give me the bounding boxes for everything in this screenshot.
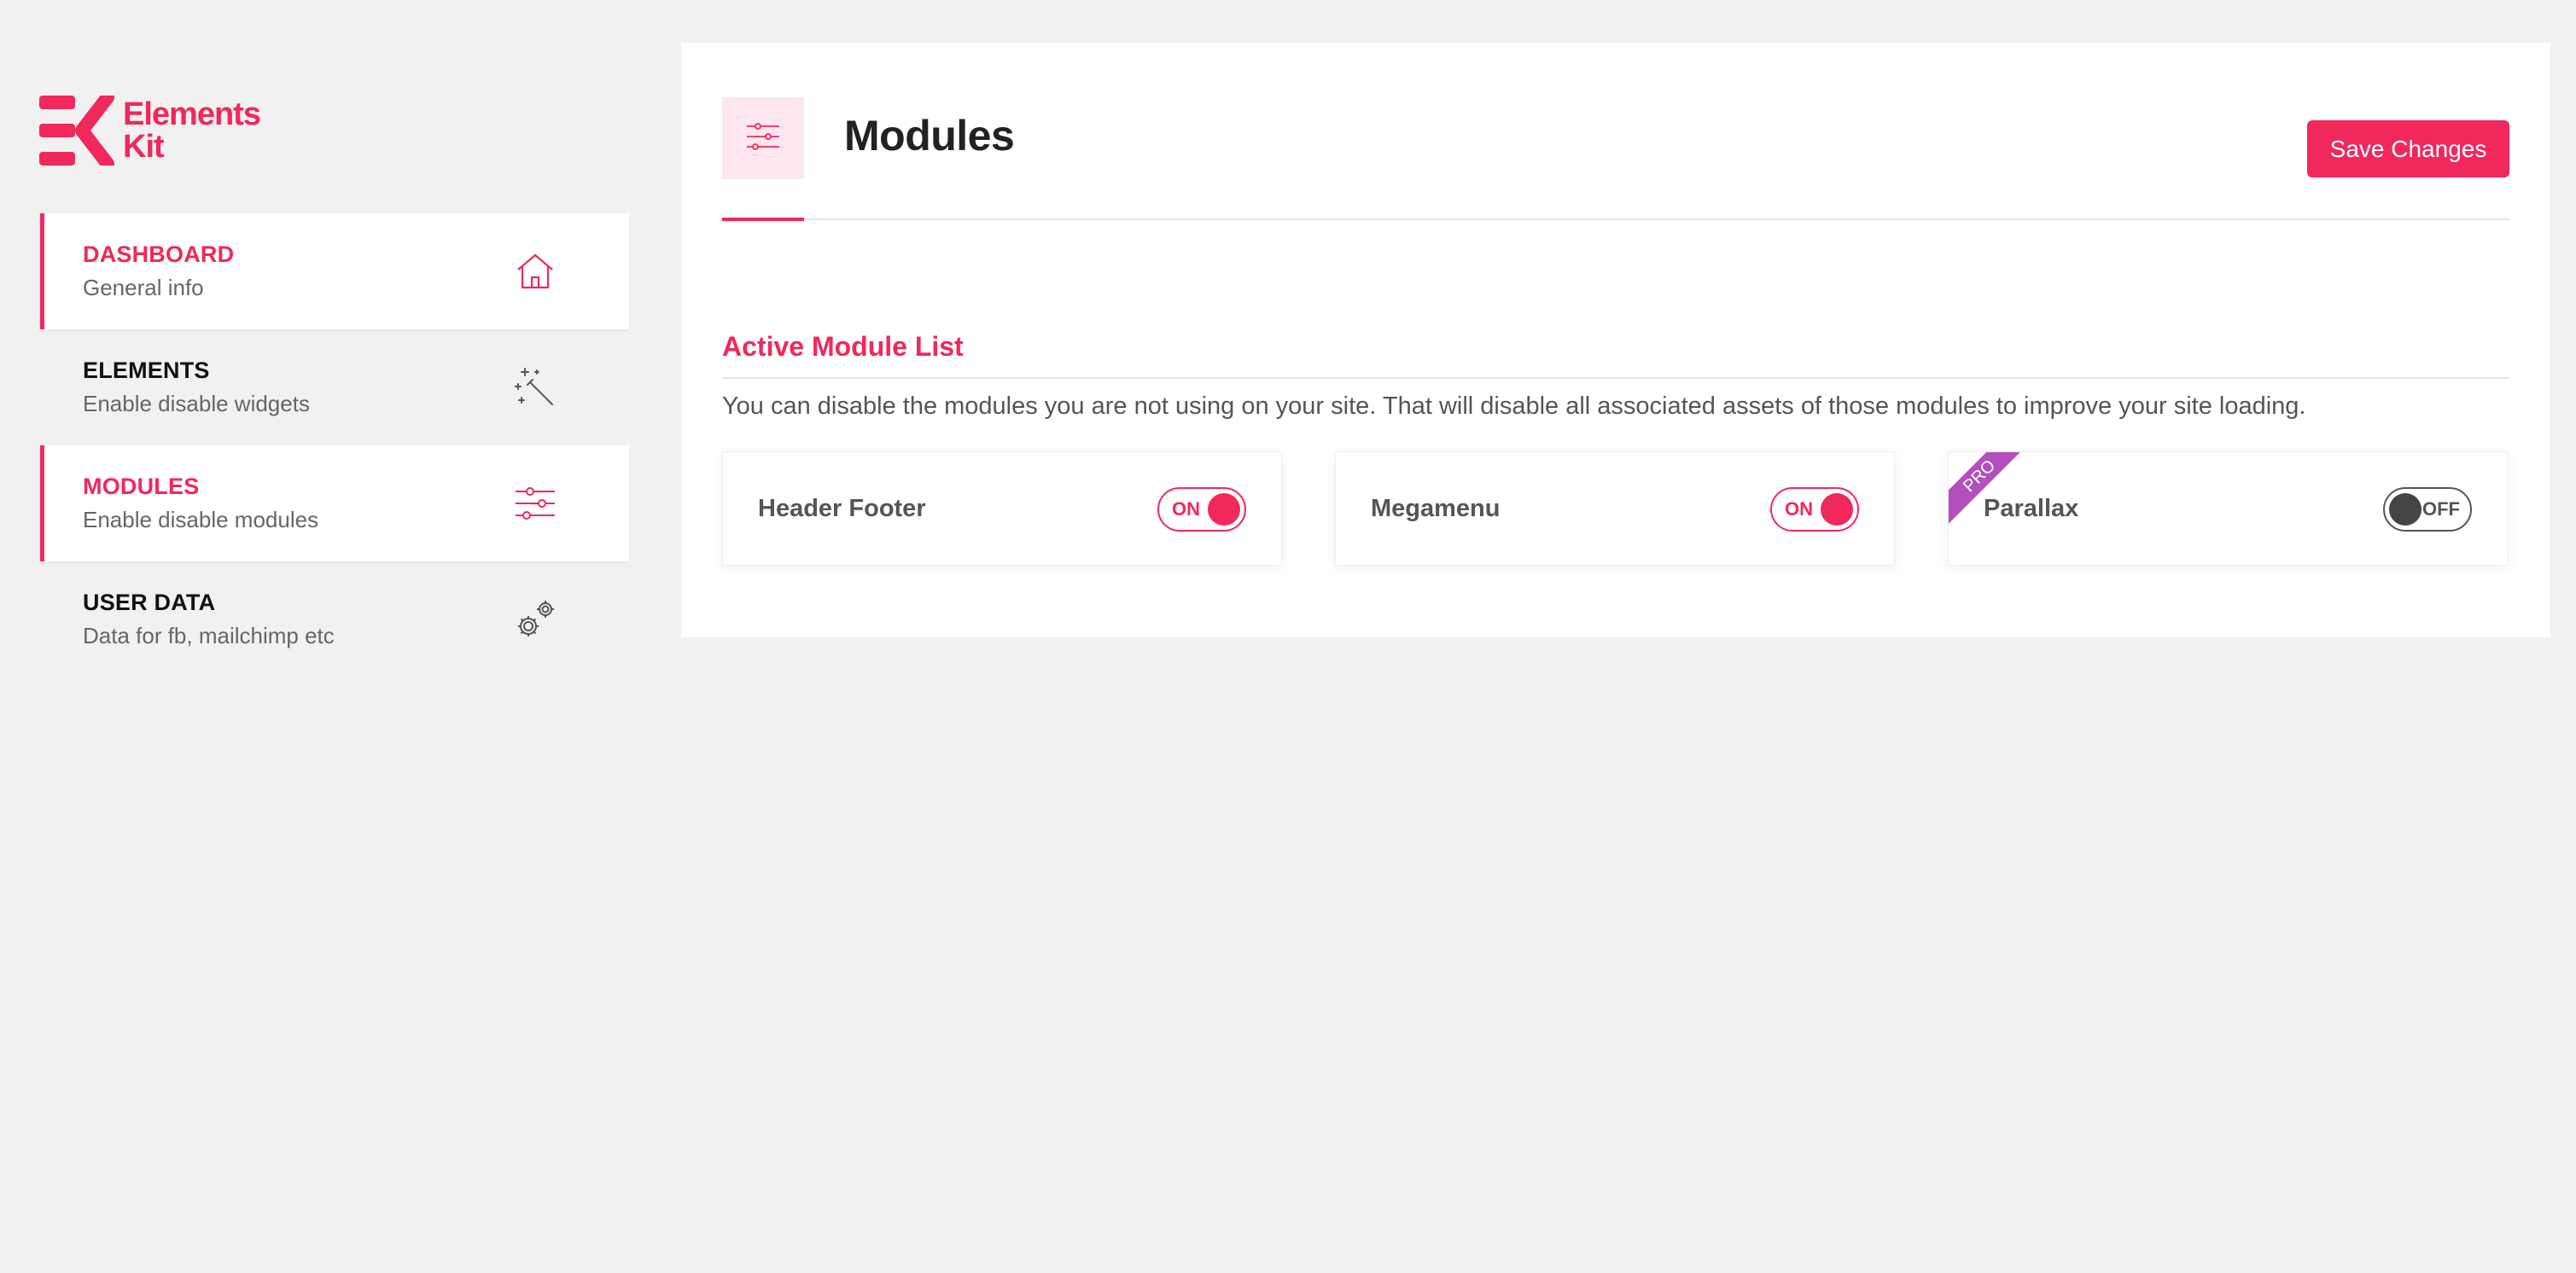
elementskit-logo-icon bbox=[39, 90, 114, 171]
sidebar-item-title: DASHBOARD bbox=[83, 241, 235, 267]
module-list: Header Footer ON Megamenu ON PRO Paralla… bbox=[722, 451, 2508, 566]
page-title: Modules bbox=[844, 112, 1015, 160]
magic-wand-icon bbox=[513, 365, 557, 410]
toggle-knob bbox=[1821, 493, 1853, 526]
module-card-parallax: PRO Parallax OFF bbox=[1948, 451, 2508, 566]
sidebar-nav: DASHBOARD General info ELEMENTS Enable d… bbox=[40, 213, 629, 677]
brand-logo[interactable]: Elements Kit bbox=[39, 90, 261, 171]
brand-line-1: Elements bbox=[123, 96, 261, 132]
sidebar-item-subtitle: Enable disable widgets bbox=[83, 391, 310, 416]
module-name: Parallax bbox=[1984, 494, 2079, 522]
sidebar-item-dashboard[interactable]: DASHBOARD General info bbox=[40, 213, 629, 329]
sidebar-item-title: USER DATA bbox=[83, 590, 216, 615]
header-divider-accent bbox=[722, 218, 804, 221]
toggle-state-label: OFF bbox=[2422, 498, 2460, 520]
sliders-icon bbox=[513, 481, 557, 526]
sidebar-item-modules[interactable]: MODULES Enable disable modules bbox=[40, 445, 629, 561]
module-card-header-footer: Header Footer ON bbox=[722, 451, 1282, 566]
module-toggle[interactable]: ON bbox=[1770, 487, 1859, 532]
sidebar-item-subtitle: Data for fb, mailchimp etc bbox=[83, 623, 335, 648]
main-panel: Modules Save Changes Active Module List … bbox=[681, 43, 2550, 637]
save-changes-button[interactable]: Save Changes bbox=[2307, 120, 2509, 177]
module-toggle[interactable]: OFF bbox=[2383, 487, 2472, 532]
page-icon-box bbox=[722, 97, 804, 179]
sidebar-item-user-data[interactable]: USER DATA Data for fb, mailchimp etc bbox=[40, 561, 629, 677]
sidebar-item-title: ELEMENTS bbox=[83, 357, 210, 383]
section-title: Active Module List bbox=[722, 331, 964, 362]
sidebar-item-elements[interactable]: ELEMENTS Enable disable widgets bbox=[40, 329, 629, 445]
sidebar-item-subtitle: Enable disable modules bbox=[83, 507, 319, 532]
home-icon bbox=[513, 249, 557, 294]
module-toggle[interactable]: ON bbox=[1157, 487, 1246, 532]
gears-icon bbox=[513, 597, 557, 642]
module-name: Megamenu bbox=[1371, 494, 1501, 522]
toggle-state-label: ON bbox=[1785, 498, 1813, 520]
module-name: Header Footer bbox=[758, 494, 926, 522]
toggle-knob bbox=[2389, 493, 2422, 526]
brand-name: Elements Kit bbox=[123, 96, 261, 165]
sliders-icon bbox=[744, 118, 782, 160]
brand-line-2: Kit bbox=[123, 129, 165, 165]
section-divider bbox=[722, 377, 2509, 379]
section-description: You can disable the modules you are not … bbox=[722, 392, 2306, 420]
sidebar-item-subtitle: General info bbox=[83, 275, 204, 300]
module-card-megamenu: Megamenu ON bbox=[1335, 451, 1895, 566]
toggle-knob bbox=[1208, 493, 1240, 526]
toggle-state-label: ON bbox=[1172, 498, 1200, 520]
header-divider bbox=[722, 218, 2509, 220]
sidebar-item-title: MODULES bbox=[83, 474, 200, 499]
